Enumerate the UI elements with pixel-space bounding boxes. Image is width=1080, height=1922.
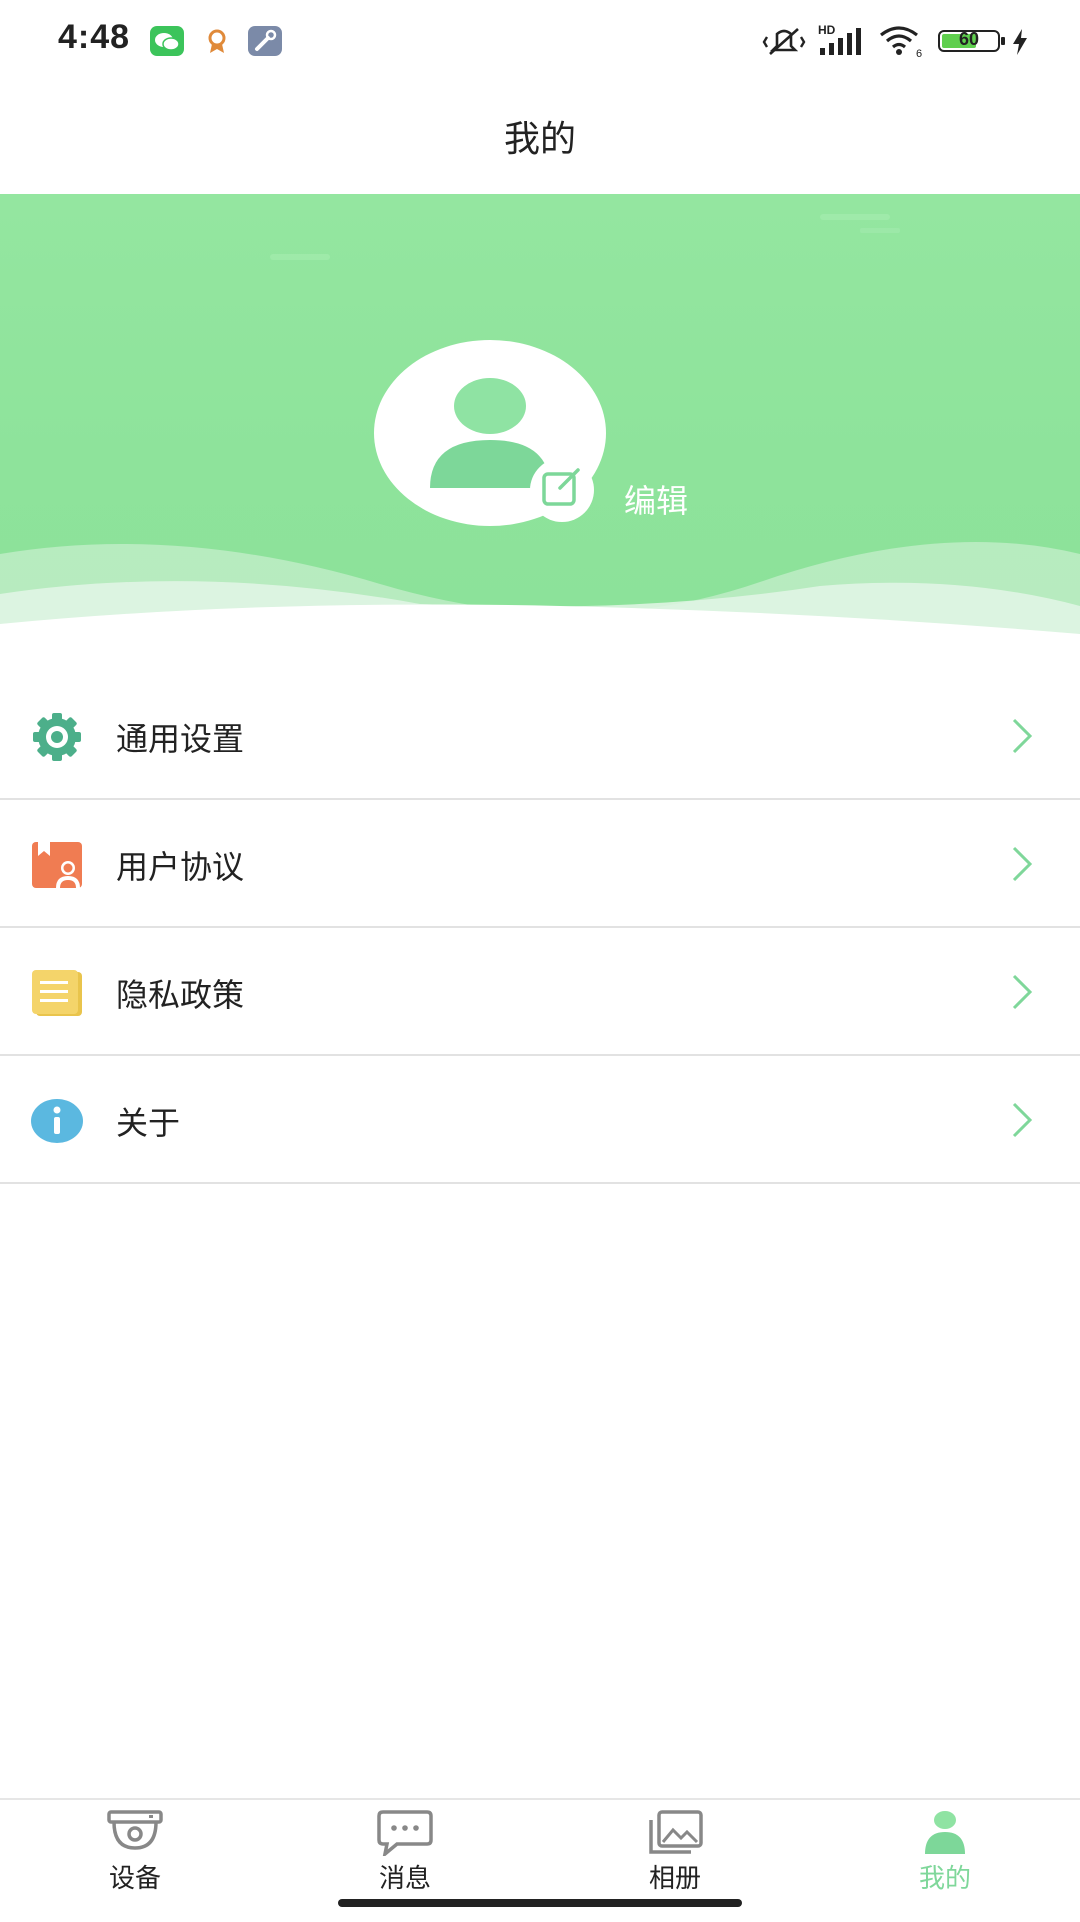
profile-icon <box>925 1811 965 1854</box>
menu-label: 用户协议 <box>116 848 245 886</box>
profile-banner: 编辑 <box>0 194 1080 634</box>
tab-messages[interactable]: 消息 <box>270 1800 540 1910</box>
tools-app-icon <box>248 26 282 56</box>
wechat-icon <box>150 26 184 56</box>
tab-label: 消息 <box>378 1864 431 1894</box>
charging-icon <box>1013 29 1027 55</box>
tab-devices[interactable]: 设备 <box>0 1800 270 1910</box>
album-icon <box>649 1810 703 1854</box>
wifi-icon: 6 <box>880 26 922 58</box>
settings-menu: 通用设置 用户协议 隐私政策 关于 <box>0 672 1080 1184</box>
edit-profile-link[interactable]: 编辑 <box>624 476 688 522</box>
home-indicator[interactable] <box>338 1899 742 1907</box>
message-icon <box>377 1810 433 1856</box>
tab-profile[interactable]: 我的 <box>810 1800 1080 1910</box>
menu-item-privacy-policy[interactable]: 隐私政策 <box>0 928 1080 1056</box>
battery-level: 60 <box>958 29 980 49</box>
menu-label: 隐私政策 <box>116 976 245 1014</box>
tab-album[interactable]: 相册 <box>540 1800 810 1910</box>
gear-icon <box>33 713 81 761</box>
document-icon <box>32 970 82 1016</box>
status-bar: 4:48 HD 6 60 <box>0 0 1080 80</box>
info-icon <box>31 1099 83 1143</box>
tab-label: 我的 <box>918 1864 971 1894</box>
tab-label: 设备 <box>108 1864 161 1894</box>
edit-icon <box>542 468 580 506</box>
menu-label: 关于 <box>116 1104 181 1142</box>
menu-label: 通用设置 <box>116 720 245 758</box>
badge-app-icon <box>200 26 234 56</box>
menu-item-general-settings[interactable]: 通用设置 <box>0 672 1080 800</box>
svg-text:HD: HD <box>818 23 836 37</box>
status-time: 4:48 <box>58 18 131 56</box>
tab-label: 相册 <box>648 1864 701 1894</box>
menu-item-user-agreement[interactable]: 用户协议 <box>0 800 1080 928</box>
camera-device-icon <box>107 1810 163 1850</box>
edit-avatar-button[interactable] <box>530 458 594 522</box>
hd-signal-icon: HD <box>818 23 861 55</box>
chevron-right-icon <box>1012 974 1033 1010</box>
battery-tip <box>1001 37 1005 45</box>
top-navigation-bar: 我的 <box>0 80 1080 194</box>
user-agreement-icon <box>32 842 82 888</box>
chevron-right-icon <box>1012 846 1033 882</box>
menu-item-about[interactable]: 关于 <box>0 1056 1080 1184</box>
chevron-right-icon <box>1012 718 1033 754</box>
page-title: 我的 <box>503 119 576 160</box>
vibrate-mute-icon <box>762 28 806 55</box>
svg-text:6: 6 <box>916 48 922 58</box>
chevron-right-icon <box>1012 1102 1033 1138</box>
battery-icon: 60 <box>938 29 1000 52</box>
